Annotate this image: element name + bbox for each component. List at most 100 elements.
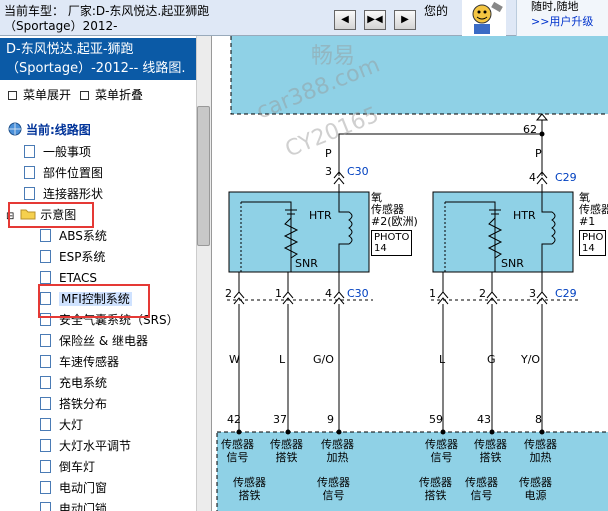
ecm-label: 传感器 搭铁: [474, 438, 507, 464]
menu-expand-label: 菜单展开: [23, 88, 72, 102]
right-pin-top: 4: [529, 171, 536, 184]
right-wire-b: G: [487, 353, 496, 366]
tree-item-label: 大灯: [59, 418, 84, 432]
ad-text: 随时,随地: [531, 0, 579, 13]
collapse-icon: [80, 91, 89, 100]
tree-item-reverse-lamp[interactable]: 倒车灯: [40, 457, 95, 477]
right-pin-a: 1: [429, 287, 436, 300]
ecm-label: 传感器 搭铁: [233, 476, 266, 502]
car-model-line2: （Sportage）2012-: [4, 19, 118, 33]
mascot-icon: [472, 1, 503, 34]
ecm-label: 传感器 搭铁: [270, 438, 303, 464]
mascot-image: [462, 0, 506, 36]
page-icon: [40, 334, 51, 347]
tree-item-headlamp-leveling[interactable]: 大灯水平调节: [40, 436, 131, 456]
prev-page-button[interactable]: ◀: [334, 10, 356, 30]
menu-collapse-label: 菜单折叠: [95, 88, 144, 102]
left-wire-b: L: [279, 353, 286, 366]
document-title-line1: D-东风悦达.起亚-狮跑: [6, 42, 134, 57]
ecm-label: 传感器 信号: [317, 476, 350, 502]
photo-label: PHO: [582, 232, 604, 243]
left-ecm-pin-b: 37: [273, 413, 287, 426]
page-icon: [40, 271, 51, 284]
menu-collapse-button[interactable]: 菜单折叠: [80, 86, 143, 103]
document-title: D-东风悦达.起亚-狮跑 （Sportage）-2012-- 线路图.: [0, 38, 196, 80]
left-wire-a: W: [229, 353, 240, 366]
left-sensor-name-3: #2(欧洲): [371, 215, 418, 228]
right-ecm-pin-a: 59: [429, 413, 443, 426]
page-icon: [40, 502, 51, 511]
top-toolbar: 当前车型： 厂家:D-东风悦达.起亚狮跑 （Sportage）2012- ◀ ▶…: [0, 0, 608, 36]
page-icon: [40, 460, 51, 473]
tree-item-power-window[interactable]: 电动门窗: [40, 478, 107, 498]
tree-item-connector-shape[interactable]: 连接器形状: [24, 184, 103, 204]
left-snr-label: SNR: [295, 257, 318, 270]
tree-item-label: 大灯水平调节: [59, 439, 132, 453]
tree-item-esp[interactable]: ESP系统: [40, 247, 105, 267]
left-ecm-pin-c: 9: [327, 413, 334, 426]
tree-item-label: 电动门窗: [59, 481, 108, 495]
tree-scrollbar[interactable]: [196, 36, 211, 511]
tree-item-label: ETACS: [59, 271, 97, 285]
ad-banner: 随时,随地 >>用户升级: [516, 0, 608, 36]
mascot-text: 您的: [424, 4, 449, 18]
tree-item-speed-sensor[interactable]: 车速传感器: [40, 352, 119, 372]
tree-item-label: 充电系统: [59, 376, 108, 390]
right-connector-bottom: C29: [555, 287, 577, 300]
right-htr-label: HTR: [513, 209, 536, 222]
right-ecm-pin-b: 43: [477, 413, 491, 426]
right-wire-c: Y/O: [521, 353, 541, 366]
page-icon: [40, 250, 51, 263]
page-icon: [40, 229, 51, 242]
right-wire-a: L: [439, 353, 446, 366]
wiring-diagram: 畅易 car388.com CY20165 62 P 3 C30 氧 传感器 #…: [213, 36, 608, 511]
page-icon: [24, 145, 35, 158]
document-title-line2: （Sportage）-2012-- 线路图.: [6, 61, 186, 76]
current-car-model: 当前车型： 厂家:D-东风悦达.起亚狮跑 （Sportage）2012-: [4, 4, 330, 36]
fit-page-button[interactable]: ▶◀: [364, 10, 386, 30]
tree-item-label: 连接器形状: [43, 187, 104, 201]
page-icon: [40, 397, 51, 410]
current-view-label: 当前:线路图: [26, 123, 91, 137]
tree-item-headlamp[interactable]: 大灯: [40, 415, 83, 435]
tree-item-label: 电动门锁: [59, 502, 108, 511]
user-upgrade-link[interactable]: >>用户升级: [531, 13, 593, 29]
page-icon: [40, 355, 51, 368]
page-icon: [40, 481, 51, 494]
page-icon: [40, 418, 51, 431]
tree-item-label: 搭铁分布: [59, 397, 108, 411]
annotation-highlight-folder: [8, 202, 94, 228]
left-wire-c: G/O: [313, 353, 334, 366]
tree-item-general[interactable]: 一般事项: [24, 142, 91, 162]
ecm-label: 传感器 信号: [221, 438, 254, 464]
tree-item-abs[interactable]: ABS系统: [40, 226, 107, 246]
left-photo-ref: PHOTO 14: [371, 230, 413, 256]
scroll-thumb[interactable]: [197, 106, 210, 246]
tree-item-fuse-relay[interactable]: 保险丝 & 继电器: [40, 331, 148, 351]
right-pin-b: 2: [479, 287, 486, 300]
tree-item-label: ESP系统: [59, 250, 106, 264]
wire-number-top: 62: [523, 123, 537, 136]
tree-root[interactable]: 当前:线路图: [8, 120, 91, 140]
left-pin-b: 1: [275, 287, 282, 300]
tree-item-component-location[interactable]: 部件位置图: [24, 163, 103, 183]
right-wire-color-top: P: [535, 147, 542, 160]
car-model-line1: 当前车型： 厂家:D-东风悦达.起亚狮跑: [4, 4, 210, 18]
tree-item-charging[interactable]: 充电系统: [40, 373, 107, 393]
tree-item-label: 保险丝 & 继电器: [59, 334, 148, 348]
left-pin-top: 3: [325, 165, 332, 178]
tree-item-label: 部件位置图: [43, 166, 104, 180]
left-wire-color-top: P: [325, 147, 332, 160]
left-htr-label: HTR: [309, 209, 332, 222]
page-icon: [24, 166, 35, 179]
ecm-label: 传感器 信号: [425, 438, 458, 464]
menu-expand-button[interactable]: 菜单展开: [8, 86, 71, 103]
next-page-button[interactable]: ▶: [394, 10, 416, 30]
expand-icon: [8, 91, 17, 100]
right-sensor-name-3: #1: [579, 215, 596, 228]
right-connector-top: C29: [555, 171, 577, 184]
tree-item-power-lock[interactable]: 电动门锁: [40, 499, 107, 511]
right-snr-label: SNR: [501, 257, 524, 270]
tree-item-ground[interactable]: 搭铁分布: [40, 394, 107, 414]
left-pin-a: 2: [225, 287, 232, 300]
